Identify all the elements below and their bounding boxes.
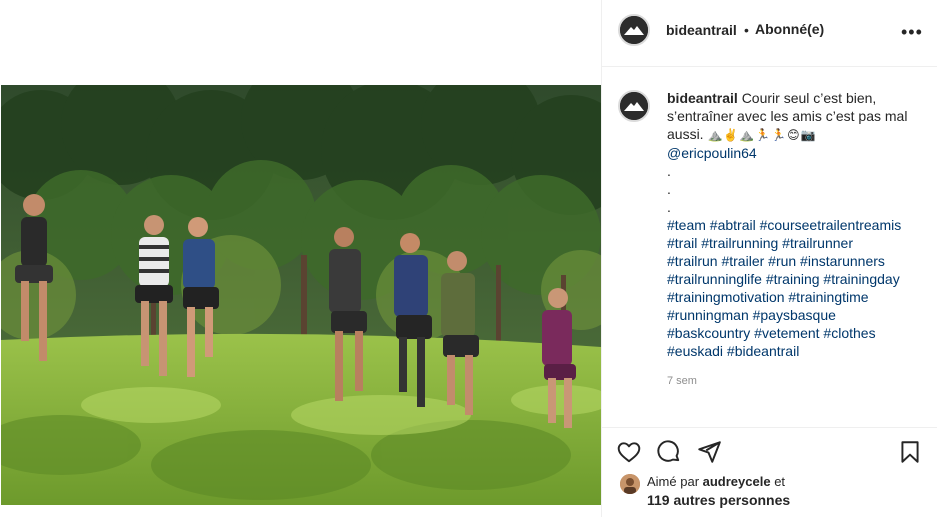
likes-summary: Aimé par audreycele et 119 autres person… xyxy=(620,473,930,513)
more-options-icon[interactable]: ••• xyxy=(901,20,922,44)
bookmark-icon[interactable] xyxy=(897,439,923,465)
caption-dot: . xyxy=(667,199,671,215)
account-avatar[interactable] xyxy=(618,14,650,46)
caption-emojis: ⛰️✌️⛰️🏃🏃😊📷 xyxy=(707,128,817,142)
caption-text-line2: s’entraîner avec les amis c’est pas mal xyxy=(667,108,908,124)
mountain-logo-icon xyxy=(620,92,648,120)
liked-by-prefix: Aimé par xyxy=(647,474,703,489)
liker-avatar[interactable] xyxy=(620,474,640,494)
action-bar xyxy=(602,427,937,467)
caption-avatar[interactable] xyxy=(618,90,650,122)
header-username[interactable]: bideantrail xyxy=(666,22,737,38)
mountain-logo-icon xyxy=(620,16,648,44)
caption-text-line3: aussi. xyxy=(667,126,704,142)
media-letterbox-top xyxy=(0,0,601,85)
liker-username[interactable]: audreycele xyxy=(703,474,771,489)
hashtag-line[interactable]: #euskadi #bideantrail xyxy=(667,342,929,360)
post-header: bideantrail • Abonné(e) ••• xyxy=(602,0,937,67)
caption-dot: . xyxy=(667,181,671,197)
liked-by-suffix: et xyxy=(770,474,786,489)
hashtag-line[interactable]: #trail #trailrunning #trailrunner xyxy=(667,234,929,252)
hashtag-line[interactable]: #trailrun #trailer #run #instarunners xyxy=(667,252,929,270)
post-media-area xyxy=(0,0,601,517)
post-caption: bideantrail Courir seul c’est bien, s’en… xyxy=(667,89,929,360)
trail-runners-photo xyxy=(1,85,601,505)
other-likers-link[interactable]: 119 autres personnes xyxy=(647,492,790,508)
comment-bubble-icon[interactable] xyxy=(656,439,682,465)
caption-text-line1: Courir seul c’est bien, xyxy=(741,90,877,106)
follow-status-button[interactable]: Abonné(e) xyxy=(755,21,824,37)
post-photo[interactable] xyxy=(1,85,601,505)
post-side-panel: bideantrail • Abonné(e) ••• bideantrail … xyxy=(602,0,937,517)
paper-plane-icon[interactable] xyxy=(696,439,722,465)
header-separator: • xyxy=(744,22,749,38)
heart-icon[interactable] xyxy=(616,439,642,465)
caption-username[interactable]: bideantrail xyxy=(667,90,738,106)
post-timestamp[interactable]: 7 sem xyxy=(667,375,697,387)
hashtag-line[interactable]: #baskcountry #vetement #clothes xyxy=(667,324,929,342)
caption-dot: . xyxy=(667,163,671,179)
hashtag-line[interactable]: #team #abtrail #courseetrailentreamis xyxy=(667,216,929,234)
hashtag-line[interactable]: #trainingmotivation #trainingtime xyxy=(667,288,929,306)
hashtag-line[interactable]: #trailrunninglife #training #trainingday xyxy=(667,270,929,288)
mention-link[interactable]: @ericpoulin64 xyxy=(667,144,929,162)
liked-by-text: Aimé par audreycele et xyxy=(647,474,785,489)
hashtag-line[interactable]: #runningman #paysbasque xyxy=(667,306,929,324)
